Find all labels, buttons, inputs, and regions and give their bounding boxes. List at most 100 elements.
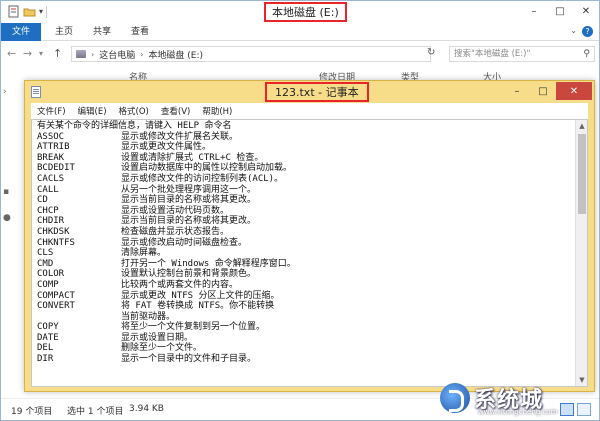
text-line: ATTRIB 显示或更改文件属性。 <box>37 142 572 153</box>
text-line: DIR 显示一个目录中的文件和子目录。 <box>37 354 572 365</box>
command-name: CONVERT <box>37 301 75 312</box>
command-description: 显示一个目录中的文件和子目录。 <box>121 354 257 365</box>
scroll-up-icon[interactable]: ▲ <box>576 120 587 132</box>
properties-icon[interactable] <box>7 5 20 18</box>
command-name: COLOR <box>37 269 65 280</box>
address-input[interactable]: › 这台电脑 › 本地磁盘 (E:) <box>71 46 431 62</box>
command-name: DATE <box>37 332 59 343</box>
tab-home[interactable]: 主页 <box>55 23 73 41</box>
address-bar-row: ← → ▾ ↑ › 这台电脑 › 本地磁盘 (E:) ↻ 搜索"本地磁盘 (E:… <box>1 42 599 66</box>
command-description: 当前驱动器。 <box>121 311 176 322</box>
menu-format[interactable]: 格式(O) <box>119 105 149 117</box>
status-size: 3.94 KB <box>129 404 164 414</box>
vertical-scrollbar[interactable]: ▲ ▼ <box>575 120 587 386</box>
menu-view[interactable]: 查看(V) <box>161 105 190 117</box>
command-name: BCDEDIT <box>37 163 75 174</box>
command-description: 清除屏幕。 <box>121 248 167 259</box>
command-name: DEL <box>37 343 54 354</box>
notepad-window-controls: – □ ✕ <box>504 82 592 100</box>
command-description: 显示或设置日期。 <box>121 332 194 343</box>
minimize-icon[interactable]: – <box>521 1 547 21</box>
menu-file[interactable]: 文件(F) <box>37 105 66 117</box>
notepad-menubar: 文件(F) 编辑(E) 格式(O) 查看(V) 帮助(H) <box>31 103 588 119</box>
command-name: ATTRIB <box>37 142 70 153</box>
details-view-icon[interactable] <box>560 403 574 416</box>
scroll-down-icon[interactable]: ▼ <box>576 374 587 386</box>
text-line: DEL 删除至少一个文件。 <box>37 343 572 354</box>
close-icon[interactable]: ✕ <box>556 82 592 100</box>
command-name: COMP <box>37 279 59 290</box>
recent-locations-icon[interactable]: ▾ <box>39 49 43 58</box>
tab-file[interactable]: 文件 <box>1 23 41 41</box>
explorer-window-controls: – □ ✕ <box>521 1 599 21</box>
view-toggle <box>560 403 591 416</box>
text-line: CD 显示当前目录的名称或将其更改。 <box>37 195 572 206</box>
search-icon[interactable]: ⚲ <box>583 47 590 61</box>
chevron-right-icon: › <box>140 49 144 59</box>
command-description: 设置默认控制台前景和背景颜色。 <box>121 269 257 280</box>
quick-access-toolbar: ▾ <box>7 5 48 18</box>
navigation-pane: › ▪ ● <box>1 83 25 398</box>
nav-expand-icon[interactable]: ● <box>3 213 11 223</box>
text-line: ASSOC 显示或修改文件扩展名关联。 <box>37 132 572 143</box>
up-icon[interactable]: ↑ <box>53 47 62 60</box>
tab-share[interactable]: 共享 <box>93 23 111 41</box>
command-name: 有关某个命令的详细信息，请键入 HELP 命令名 <box>37 121 232 131</box>
command-name: BREAK <box>37 152 65 163</box>
forward-icon[interactable]: → <box>23 47 32 60</box>
refresh-icon[interactable]: ↻ <box>427 47 435 58</box>
help-icon[interactable]: ? <box>582 26 593 37</box>
explorer-window-title: 本地磁盘 (E:) <box>264 2 347 22</box>
command-name: COPY <box>37 322 59 333</box>
notepad-icon <box>31 86 41 98</box>
breadcrumb-drive-e[interactable]: 本地磁盘 (E:) <box>148 48 203 61</box>
nav-expand-icon[interactable]: › <box>3 87 7 97</box>
watermark-logo-icon <box>440 383 470 413</box>
menu-edit[interactable]: 编辑(E) <box>78 105 107 117</box>
command-description: 从另一个批处理程序调用这一个。 <box>121 184 257 195</box>
large-icons-view-icon[interactable] <box>577 403 591 416</box>
command-name: CACLS <box>37 173 65 184</box>
notepad-text-area[interactable]: 有关某个命令的详细信息，请键入 HELP 命令名 ASSOC 显示或修改文件扩展名关… <box>31 119 588 387</box>
tab-view[interactable]: 查看 <box>131 23 149 41</box>
maximize-icon[interactable]: □ <box>547 1 573 21</box>
text-line: CMD 打开另一个 Windows 命令解释程序窗口。 <box>37 259 572 270</box>
status-selected: 选中 1 个项目 <box>67 407 124 417</box>
notepad-titlebar: 123.txt - 记事本 – □ ✕ <box>25 81 594 103</box>
command-description <box>232 121 572 132</box>
notepad-text: 有关某个命令的详细信息，请键入 HELP 命令名 ASSOC 显示或修改文件扩展名关… <box>37 121 572 365</box>
command-name: CHKNTFS <box>37 237 75 248</box>
status-item-count: 19 个项目 <box>11 407 53 417</box>
command-description: 设置或清除扩展式 CTRL+C 检查。 <box>121 152 264 163</box>
command-description: 显示或修改文件扩展名关联。 <box>121 131 239 142</box>
text-line: CONVERT 将 FAT 卷转换成 NTFS。你不能转换 <box>37 301 572 312</box>
command-description: 显示或更改文件属性。 <box>121 142 212 153</box>
text-line: CHKNTFS 显示或修改启动时间磁盘检查。 <box>37 238 572 249</box>
scroll-thumb[interactable] <box>578 134 586 214</box>
menu-help[interactable]: 帮助(H) <box>202 105 232 117</box>
breadcrumb-this-pc[interactable]: 这台电脑 <box>99 48 135 61</box>
command-name <box>37 312 121 323</box>
search-input[interactable]: 搜索"本地磁盘 (E:)" ⚲ <box>449 46 595 62</box>
ribbon-expand-icon[interactable]: ⌄ <box>570 26 577 35</box>
command-name: CALL <box>37 184 59 195</box>
search-placeholder: 搜索"本地磁盘 (E:)" <box>454 49 531 59</box>
command-description: 检查磁盘并显示状态报告。 <box>121 226 230 237</box>
new-folder-icon[interactable] <box>23 5 36 18</box>
command-description: 比较两个或两套文件的内容。 <box>121 279 239 290</box>
ribbon: 文件 主页 共享 查看 ⌄ ? <box>1 23 599 41</box>
command-name: CHCP <box>37 205 59 216</box>
command-name: ASSOC <box>37 131 65 142</box>
minimize-icon[interactable]: – <box>504 82 530 100</box>
close-icon[interactable]: ✕ <box>573 1 599 21</box>
drive-icon <box>76 50 86 58</box>
command-name: DIR <box>37 354 54 365</box>
back-icon[interactable]: ← <box>7 47 16 60</box>
command-name: CMD <box>37 258 54 269</box>
command-name: COMPACT <box>37 290 75 301</box>
nav-expand-icon[interactable]: ▪ <box>3 187 9 197</box>
qat-dropdown-icon[interactable]: ▾ <box>39 7 43 16</box>
maximize-icon[interactable]: □ <box>530 82 556 100</box>
command-name: CHDIR <box>37 216 65 227</box>
command-description: 打开另一个 Windows 命令解释程序窗口。 <box>121 258 296 269</box>
